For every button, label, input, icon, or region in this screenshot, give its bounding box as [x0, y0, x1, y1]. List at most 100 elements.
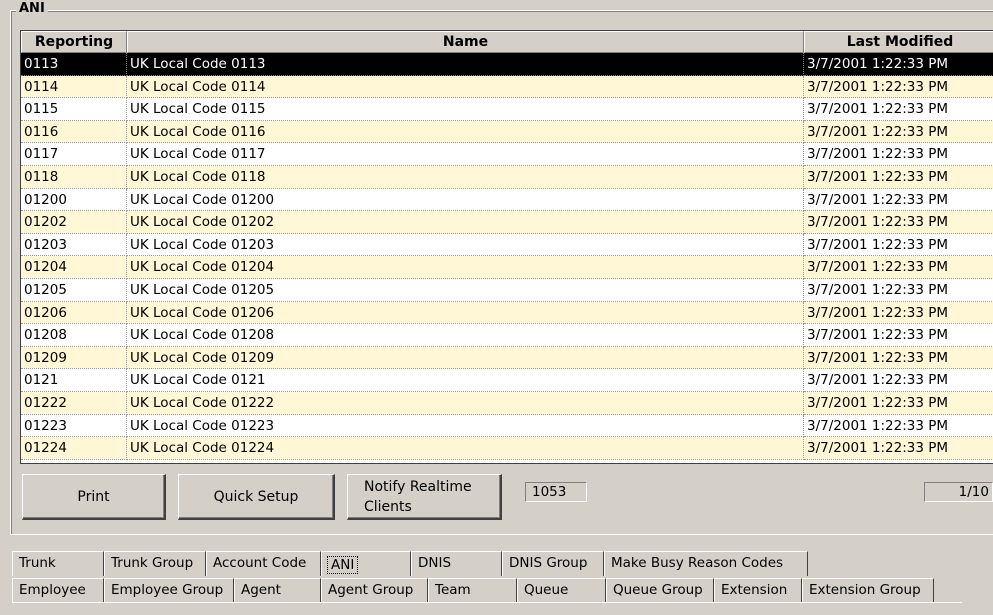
column-header-reporting[interactable]: Reporting — [21, 31, 127, 53]
cell-last-modified: 3/7/2001 1:22:33 PM — [804, 369, 993, 392]
cell-reporting: 0116 — [21, 120, 127, 144]
print-button[interactable]: Print — [22, 474, 166, 520]
cell-last-modified: 3/7/2001 1:22:33 PM — [804, 256, 993, 279]
tab-dnis-group[interactable]: DNIS Group — [502, 551, 604, 576]
cell-last-modified: 3/7/2001 1:22:33 PM — [804, 302, 993, 325]
cell-reporting: 01223 — [21, 414, 127, 438]
column-header-name[interactable]: Name — [127, 31, 804, 53]
cell-last-modified: 3/7/2001 1:22:33 PM — [804, 166, 993, 189]
tab-queue[interactable]: Queue — [517, 578, 606, 603]
tab-trunk-group[interactable]: Trunk Group — [104, 551, 206, 576]
cell-reporting: 0117 — [21, 143, 127, 166]
table-row[interactable]: 01205 UK Local Code 01205 3/7/2001 1:22:33… — [21, 278, 993, 302]
table-row[interactable]: 01204 UK Local Code 01204 3/7/2001 1:22:33… — [21, 256, 993, 279]
cell-name: UK Local Code 01200 — [127, 188, 804, 212]
table-row[interactable]: 0115 UK Local Code 0115 3/7/2001 1:22:33 P… — [21, 98, 993, 121]
cell-last-modified: 3/7/2001 1:22:33 PM — [804, 143, 993, 166]
cell-name: UK Local Code 01206 — [127, 301, 804, 325]
tab-make-busy-reason-codes[interactable]: Make Busy Reason Codes — [604, 551, 808, 576]
tab-trunk[interactable]: Trunk — [12, 551, 104, 576]
cell-name: UK Local Code 0113 — [127, 53, 804, 76]
cell-last-modified: 3/7/2001 1:22:33 PM — [804, 415, 993, 438]
cell-reporting: 0113 — [21, 53, 127, 76]
cell-last-modified: 3/7/2001 1:22:33 PM — [804, 98, 993, 121]
notify-label-line1: Notify Realtime — [364, 478, 472, 495]
record-count-field: 1053 — [525, 482, 587, 502]
table-row[interactable]: 01224 UK Local Code 01224 3/7/2001 1:22:33… — [21, 437, 993, 460]
cell-reporting: 01202 — [21, 211, 127, 234]
cell-reporting: 0114 — [21, 75, 127, 99]
cell-reporting: 01205 — [21, 278, 127, 302]
cell-last-modified: 3/7/2001 1:22:33 PM — [804, 121, 993, 144]
table-row[interactable]: 01206 UK Local Code 01206 3/7/2001 1:22:33… — [21, 301, 993, 325]
cell-last-modified: 3/7/2001 1:22:33 PM — [804, 347, 993, 370]
cell-name: UK Local Code 01203 — [127, 233, 804, 257]
cell-last-modified: 3/7/2001 1:22:33 PM — [804, 211, 993, 234]
cell-name: UK Local Code 0121 — [127, 369, 804, 392]
table-row[interactable]: 01223 UK Local Code 01223 3/7/2001 1:22:33… — [21, 414, 993, 438]
quick-setup-button[interactable]: Quick Setup — [178, 474, 335, 520]
tab-agent-group[interactable]: Agent Group — [321, 578, 428, 603]
cell-last-modified: 3/7/2001 1:22:33 PM — [804, 324, 993, 347]
cell-name: UK Local Code 0115 — [127, 98, 804, 121]
tab-dnis[interactable]: DNIS — [411, 551, 502, 576]
table-row[interactable]: 01208 UK Local Code 01208 3/7/2001 1:22:33… — [21, 324, 993, 347]
tab-ani-label: ANI — [326, 556, 359, 574]
tab-agent[interactable]: Agent — [234, 578, 321, 603]
table-row[interactable]: 0114 UK Local Code 0114 3/7/2001 1:22:33 P… — [21, 75, 993, 99]
cell-name: UK Local Code 01209 — [127, 346, 804, 370]
cell-name: UK Local Code 01204 — [127, 256, 804, 279]
cell-last-modified: 3/7/2001 1:22:33 PM — [804, 392, 993, 415]
tab-strip-edge — [12, 602, 962, 603]
table-row[interactable]: 0118 UK Local Code 0118 3/7/2001 1:22:33 P… — [21, 165, 993, 189]
cell-reporting: 01206 — [21, 301, 127, 325]
tab-employee[interactable]: Employee — [12, 578, 104, 603]
tab-account-code[interactable]: Account Code — [206, 551, 321, 576]
ani-grid[interactable]: Reporting Name Last Modified 0113 UK Loca… — [20, 30, 993, 464]
cell-reporting: 01200 — [21, 188, 127, 212]
cell-reporting: 01222 — [21, 391, 127, 415]
table-row[interactable]: 0117 UK Local Code 0117 3/7/2001 1:22:33 P… — [21, 143, 993, 166]
table-row[interactable]: 0121 UK Local Code 0121 3/7/2001 1:22:33 P… — [21, 369, 993, 392]
tab-team[interactable]: Team — [428, 578, 517, 603]
cell-name: UK Local Code 01223 — [127, 414, 804, 438]
cell-reporting: 01204 — [21, 256, 127, 279]
cell-name: UK Local Code 01202 — [127, 211, 804, 234]
cell-last-modified: 3/7/2001 1:22:33 PM — [804, 279, 993, 302]
cell-last-modified: 3/7/2001 1:22:33 PM — [804, 234, 993, 257]
cell-name: UK Local Code 01224 — [127, 437, 804, 460]
cell-reporting: 0115 — [21, 98, 127, 121]
cell-last-modified: 3/7/2001 1:22:33 PM — [804, 437, 993, 460]
cell-reporting: 01203 — [21, 233, 127, 257]
notify-realtime-clients-button[interactable]: Notify Realtime Clients — [347, 474, 502, 520]
table-row[interactable]: 01200 UK Local Code 01200 3/7/2001 1:22:33… — [21, 188, 993, 212]
cell-name: UK Local Code 01205 — [127, 278, 804, 302]
cell-reporting: 0121 — [21, 369, 127, 392]
table-row[interactable]: 0116 UK Local Code 0116 3/7/2001 1:22:33 P… — [21, 120, 993, 144]
table-row[interactable]: 01203 UK Local Code 01203 3/7/2001 1:22:33… — [21, 233, 993, 257]
cell-name: UK Local Code 0116 — [127, 120, 804, 144]
tab-extension-group[interactable]: Extension Group — [802, 578, 934, 603]
cell-last-modified: 3/7/2001 1:22:33 PM — [804, 76, 993, 99]
table-row[interactable]: 0113 UK Local Code 0113 3/7/2001 1:22:33 P… — [21, 53, 993, 76]
cell-name: UK Local Code 01208 — [127, 324, 804, 347]
tab-row-2: Employee Employee Group Agent Agent Grou… — [12, 578, 934, 603]
tab-ani[interactable]: ANI — [321, 551, 411, 576]
cell-name: UK Local Code 0117 — [127, 143, 804, 166]
cell-name: UK Local Code 0114 — [127, 75, 804, 99]
table-row[interactable]: 01202 UK Local Code 01202 3/7/2001 1:22:33… — [21, 211, 993, 234]
table-row[interactable]: 01209 UK Local Code 01209 3/7/2001 1:22:33… — [21, 346, 993, 370]
cell-name: UK Local Code 0118 — [127, 165, 804, 189]
cell-reporting: 01224 — [21, 437, 127, 460]
table-row[interactable]: 01222 UK Local Code 01222 3/7/2001 1:22:33… — [21, 391, 993, 415]
tab-extension[interactable]: Extension — [714, 578, 802, 603]
tab-queue-group[interactable]: Queue Group — [606, 578, 714, 603]
grid-body: 0113 UK Local Code 0113 3/7/2001 1:22:33 P… — [21, 53, 993, 460]
cell-last-modified: 3/7/2001 1:22:33 PM — [804, 53, 993, 76]
cell-last-modified: 3/7/2001 1:22:33 PM — [804, 189, 993, 212]
tab-row-1: Trunk Trunk Group Account Code ANI DNIS … — [12, 551, 808, 576]
notify-label-line2: Clients — [364, 498, 412, 515]
column-header-last-modified[interactable]: Last Modified — [804, 31, 993, 53]
tab-employee-group[interactable]: Employee Group — [104, 578, 234, 603]
grid-header: Reporting Name Last Modified — [21, 31, 993, 53]
